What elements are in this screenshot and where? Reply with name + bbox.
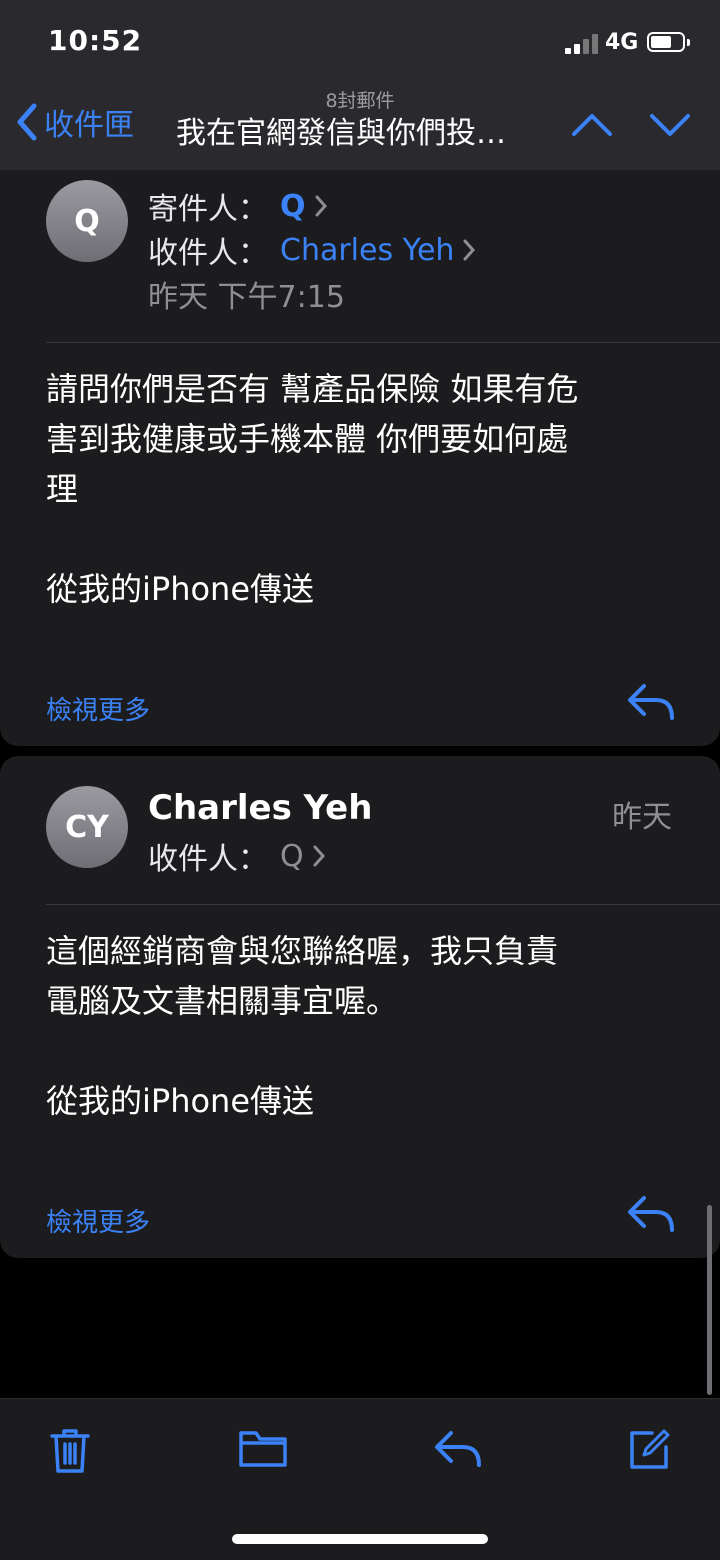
avatar[interactable]: CY	[46, 786, 128, 868]
cellular-signal-icon	[565, 34, 599, 54]
see-more-link[interactable]: 檢視更多	[46, 690, 150, 727]
status-time: 10:52	[48, 24, 143, 57]
reply-icon[interactable]	[626, 682, 676, 722]
to-label: 收件人：	[148, 236, 268, 271]
to-row: 收件人： Charles Yeh	[148, 228, 476, 272]
see-more-link[interactable]: 檢視更多	[46, 1202, 150, 1239]
chevron-right-icon	[315, 195, 327, 217]
divider	[46, 342, 720, 343]
to-label: 收件人：	[148, 842, 268, 877]
body-line	[46, 514, 676, 564]
back-to-inbox-button[interactable]: 收件匣	[14, 102, 134, 143]
message-date: 昨天	[612, 800, 672, 835]
avatar[interactable]: Q	[46, 180, 128, 262]
body-line: 從我的iPhone傳送	[46, 570, 315, 608]
chevron-right-icon	[313, 845, 325, 867]
body-line	[46, 1026, 676, 1076]
body-line: 電腦及文書相關事宜喔。	[46, 982, 399, 1020]
network-type: 4G	[605, 30, 639, 55]
battery-icon	[647, 32, 690, 52]
back-label: 收件匣	[44, 108, 134, 143]
reply-icon[interactable]	[433, 1427, 483, 1471]
message-card: CY Charles Yeh 昨天 收件人： Q 這個經銷商會與您聯絡喔，我只負…	[0, 756, 720, 1258]
scrollbar[interactable]	[707, 1205, 712, 1395]
to-contact[interactable]: Q	[280, 839, 304, 874]
status-bar: 10:52 4G	[0, 0, 720, 90]
thread-subject: 我在官網發信與你們投…	[176, 116, 506, 151]
body-line: 害到我健康或手機本體 你們要如何處	[46, 420, 569, 458]
body-line: 理	[46, 470, 79, 508]
next-message-icon[interactable]	[648, 110, 692, 140]
chevron-left-icon	[17, 103, 37, 141]
home-indicator[interactable]	[232, 1534, 488, 1544]
body-line: 從我的iPhone傳送	[46, 1082, 315, 1120]
message-date: 昨天 下午7:15	[148, 280, 345, 315]
to-contact[interactable]: Charles Yeh	[280, 233, 454, 268]
divider	[46, 904, 720, 905]
body-line: 這個經銷商會與您聯絡喔，我只負責	[46, 932, 559, 970]
folder-icon[interactable]	[238, 1427, 288, 1471]
to-row: 收件人： Q	[148, 834, 326, 878]
previous-message-icon[interactable]	[570, 110, 614, 140]
from-row: 寄件人： Q	[148, 184, 328, 228]
body-line: 請問你們是否有 幫產品保險 如果有危	[46, 370, 579, 408]
message-card: Q 寄件人： Q 收件人： Charles Yeh 昨天 下午7:15 請問你們…	[0, 170, 720, 746]
compose-icon[interactable]	[626, 1427, 672, 1473]
message-body: 這個經銷商會與您聯絡喔，我只負責 電腦及文書相關事宜喔。 從我的iPhone傳送	[46, 926, 676, 1126]
message-body: 請問你們是否有 幫產品保險 如果有危 害到我健康或手機本體 你們要如何處 理 從…	[46, 364, 676, 614]
trash-icon[interactable]	[48, 1427, 92, 1475]
navigation-bar: 8封郵件 收件匣 我在官網發信與你們投…	[0, 90, 720, 171]
from-label: 寄件人：	[148, 192, 268, 227]
from-contact[interactable]: Q	[280, 189, 306, 224]
sender-name[interactable]: Charles Yeh	[148, 788, 372, 828]
reply-icon[interactable]	[626, 1194, 676, 1234]
chevron-right-icon	[463, 239, 476, 261]
